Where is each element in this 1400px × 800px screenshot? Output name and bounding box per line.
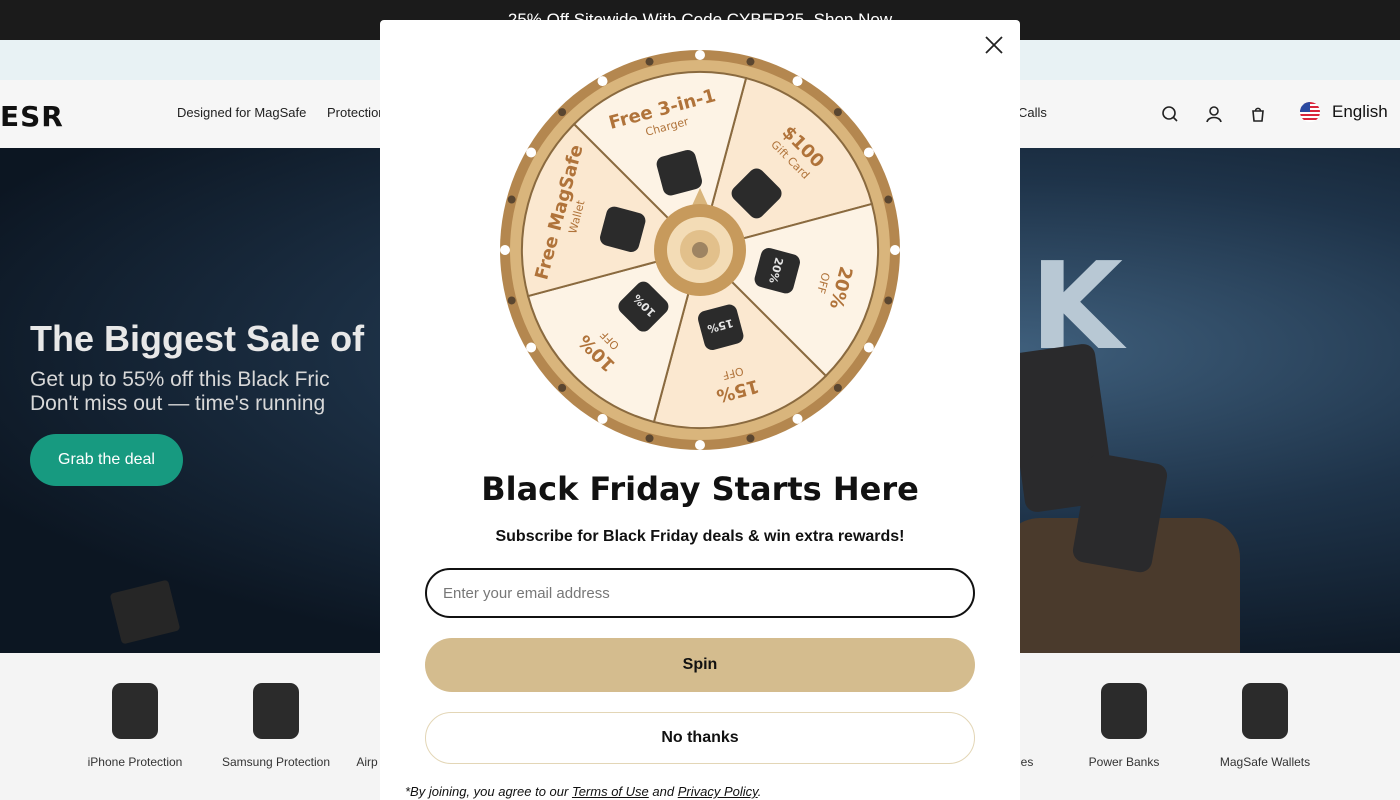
wheel-bulb — [833, 383, 842, 392]
wheel-bulb — [884, 195, 893, 204]
wheel-bulb — [507, 195, 516, 204]
wheel-bulb — [526, 147, 537, 158]
legal-and: and — [652, 784, 675, 799]
legal-prefix: *By joining, you agree to our — [405, 784, 569, 799]
legal-suffix: . — [757, 784, 762, 799]
wheel-bulb — [526, 342, 537, 353]
prize-wheel: $100Gift Card20%OFF15%OFF10%OFFFree MagS… — [500, 50, 900, 450]
wheel-bulb — [792, 76, 803, 87]
wheel-bulb — [645, 434, 654, 443]
wheel-bulb — [792, 413, 803, 424]
wheel-bulb — [645, 57, 654, 66]
wheel-bulb — [863, 147, 874, 158]
no-thanks-button[interactable]: No thanks — [425, 712, 975, 764]
modal-title: Black Friday Starts Here — [481, 470, 919, 508]
legal-notice: *By joining, you agree to our Terms of U… — [405, 784, 761, 799]
wheel-bulb — [863, 342, 874, 353]
modal-subtitle: Subscribe for Black Friday deals & win e… — [495, 528, 905, 545]
wheel-bulb — [597, 413, 608, 424]
wheel-bulb — [884, 296, 893, 305]
wheel-bulb — [833, 108, 842, 117]
wheel-bulb — [746, 434, 755, 443]
wheel-bulb — [746, 57, 755, 66]
close-icon[interactable] — [982, 33, 1006, 57]
wheel-bulb — [558, 383, 567, 392]
wheel-bulb — [695, 440, 705, 450]
email-input[interactable] — [425, 568, 975, 618]
wheel-bulb — [597, 76, 608, 87]
spin-button[interactable]: Spin — [425, 638, 975, 692]
terms-of-use-link[interactable]: Terms of Use — [572, 784, 649, 799]
wheel-hub-center — [692, 242, 708, 258]
wheel-bulb — [890, 245, 900, 255]
wheel-bulb — [500, 245, 510, 255]
spin-wheel-modal: $100 Gift Card 20% OFF 15% OFF 10% OFF Free MagS… — [380, 20, 1020, 800]
wheel-bulb — [695, 50, 705, 60]
wheel-bulb — [558, 108, 567, 117]
privacy-policy-link[interactable]: Privacy Policy — [678, 784, 758, 799]
wheel-bulb — [507, 296, 516, 305]
